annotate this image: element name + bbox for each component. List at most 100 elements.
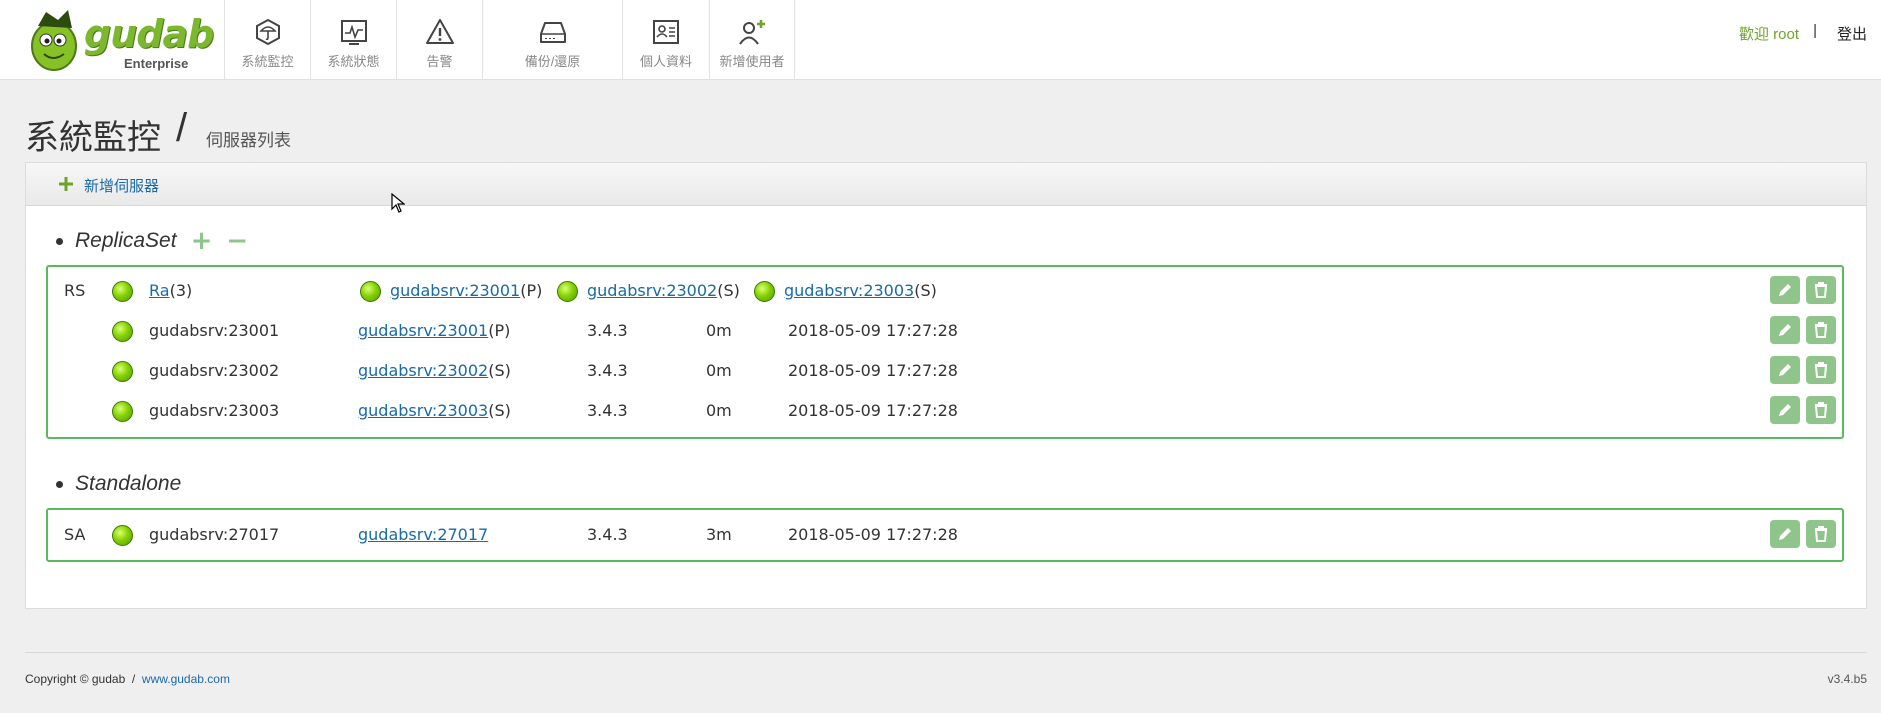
member-role: (P): [520, 281, 543, 300]
app-version: v3.4.b5: [1827, 672, 1867, 686]
page-subtitle: 伺服器列表: [206, 131, 291, 150]
panel-toolbar: 新增伺服器: [26, 163, 1866, 206]
website-link[interactable]: www.gudab.com: [142, 672, 230, 686]
status-ok-icon: [112, 281, 133, 302]
member-link[interactable]: gudabsrv:23003: [784, 281, 914, 300]
nav-add-user[interactable]: 新增使用者: [709, 0, 795, 79]
nav-label: 系統狀態: [327, 54, 380, 69]
delete-button[interactable]: [1806, 316, 1836, 344]
member-link[interactable]: gudabsrv:23001: [390, 281, 520, 300]
server-uptime: 0m: [706, 321, 732, 340]
pencil-icon: [1779, 284, 1791, 296]
server-row: SA gudabsrv:27017 gudabsrv:27017 3.4.3 3…: [48, 515, 1842, 555]
server-host-cell: gudabsrv:23002(S): [358, 361, 511, 380]
logout-link[interactable]: 登出: [1837, 23, 1867, 44]
edit-button[interactable]: [1770, 316, 1800, 344]
replicaset-name-cell: Ra(3): [149, 281, 192, 300]
edit-button[interactable]: [1770, 356, 1800, 384]
add-server-label: 新增伺服器: [84, 178, 160, 195]
header-separator: |: [1813, 22, 1817, 39]
breadcrumb-separator: /: [176, 106, 188, 150]
nav-label: 個人資料: [639, 54, 692, 69]
server-list-panel: 新增伺服器 ReplicaSet + − RS Ra(3) gudabsrv:2…: [25, 162, 1867, 609]
server-version: 3.4.3: [587, 361, 628, 380]
delete-button[interactable]: [1806, 276, 1836, 304]
standalone-title: Standalone: [75, 472, 182, 495]
plus-icon: [58, 176, 76, 196]
bullet: [56, 480, 63, 488]
server-row: gudabsrv:23003 gudabsrv:23003(S) 3.4.3 0…: [48, 391, 1842, 431]
pencil-icon: [1779, 364, 1791, 376]
trash-icon: [1814, 282, 1828, 298]
edit-button[interactable]: [1770, 520, 1800, 548]
remove-replicaset-button[interactable]: −: [226, 228, 248, 254]
add-replicaset-button[interactable]: +: [191, 228, 213, 254]
server-host-cell: gudabsrv:27017: [358, 525, 488, 544]
replicaset-group: RS Ra(3) gudabsrv:23001(P) gudabsrv:2300…: [46, 265, 1844, 439]
pencil-icon: [1779, 324, 1791, 336]
delete-button[interactable]: [1806, 396, 1836, 424]
server-host-cell: gudabsrv:23001(P): [358, 321, 510, 340]
server-timestamp: 2018-05-09 17:27:28: [788, 361, 958, 380]
server-uptime: 3m: [706, 525, 732, 544]
footer-copyright: Copyright © gudab / www.gudab.com: [25, 672, 230, 686]
status-ok-icon: [360, 281, 381, 302]
server-type: SA: [64, 525, 86, 544]
mascot-logo-icon: [31, 10, 77, 71]
server-host-link[interactable]: gudabsrv:27017: [358, 525, 488, 544]
member-link[interactable]: gudabsrv:23002: [587, 281, 717, 300]
server-host-cell: gudabsrv:23003(S): [358, 401, 511, 420]
member-cell: gudabsrv:23001(P): [390, 281, 542, 300]
server-uptime: 0m: [706, 361, 732, 380]
standalone-group: SA gudabsrv:27017 gudabsrv:27017 3.4.3 3…: [46, 508, 1844, 562]
replicaset-member-count: (3): [169, 281, 193, 300]
status-ok-icon: [557, 281, 578, 302]
logo-edition: Enterprise: [124, 56, 189, 71]
server-name: gudabsrv:23002: [149, 361, 280, 380]
server-role: (P): [488, 321, 511, 340]
server-role: (S): [488, 361, 511, 380]
server-version: 3.4.3: [587, 321, 628, 340]
trash-icon: [1814, 322, 1828, 338]
nav-system-monitor[interactable]: 系統監控: [224, 0, 310, 79]
pencil-icon: [1779, 404, 1791, 416]
server-timestamp: 2018-05-09 17:27:28: [788, 525, 958, 544]
nav-system-status[interactable]: 系統狀態: [310, 0, 396, 79]
server-name: gudabsrv:23001: [149, 321, 280, 340]
status-ok-icon: [112, 321, 133, 342]
server-row: gudabsrv:23001 gudabsrv:23001(P) 3.4.3 0…: [48, 311, 1842, 351]
trash-icon: [1814, 526, 1828, 542]
server-host-link[interactable]: gudabsrv:23003: [358, 401, 488, 420]
footer-divider: [25, 652, 1867, 653]
replicaset-name-link[interactable]: Ra: [149, 281, 170, 300]
nav-profile[interactable]: 個人資料: [622, 0, 709, 79]
gudab-logo[interactable]: gudab Enterprise: [28, 6, 214, 72]
nav-alerts[interactable]: 告警: [396, 0, 482, 79]
edit-button[interactable]: [1770, 276, 1800, 304]
nav-backup-restore[interactable]: 備份/還原: [482, 0, 622, 79]
mouse-cursor-icon: [391, 193, 405, 213]
delete-button[interactable]: [1806, 356, 1836, 384]
edit-button[interactable]: [1770, 396, 1800, 424]
server-version: 3.4.3: [587, 401, 628, 420]
add-user-icon: [739, 20, 765, 45]
server-name: gudabsrv:23003: [149, 401, 280, 420]
delete-button[interactable]: [1806, 520, 1836, 548]
server-host-link[interactable]: gudabsrv:23002: [358, 361, 488, 380]
status-ok-icon: [112, 525, 133, 546]
server-uptime: 0m: [706, 401, 732, 420]
pencil-icon: [1779, 528, 1791, 540]
server-host-link[interactable]: gudabsrv:23001: [358, 321, 488, 340]
welcome-user: 歡迎 root: [1738, 26, 1799, 43]
server-type: RS: [64, 281, 86, 300]
replicaset-section-header: ReplicaSet + −: [56, 228, 248, 254]
member-role: (S): [914, 281, 937, 300]
member-role: (S): [717, 281, 740, 300]
top-navigation-bar: gudab Enterprise 系統監控 系統狀態 告警 備份/還原 個人資料…: [0, 0, 1881, 80]
status-ok-icon: [112, 401, 133, 422]
trash-icon: [1814, 402, 1828, 418]
copyright-text: Copyright © gudab /: [25, 672, 142, 686]
status-ok-icon: [754, 281, 775, 302]
add-server-button[interactable]: 新增伺服器: [58, 175, 159, 196]
nav-label: 系統監控: [241, 54, 294, 69]
